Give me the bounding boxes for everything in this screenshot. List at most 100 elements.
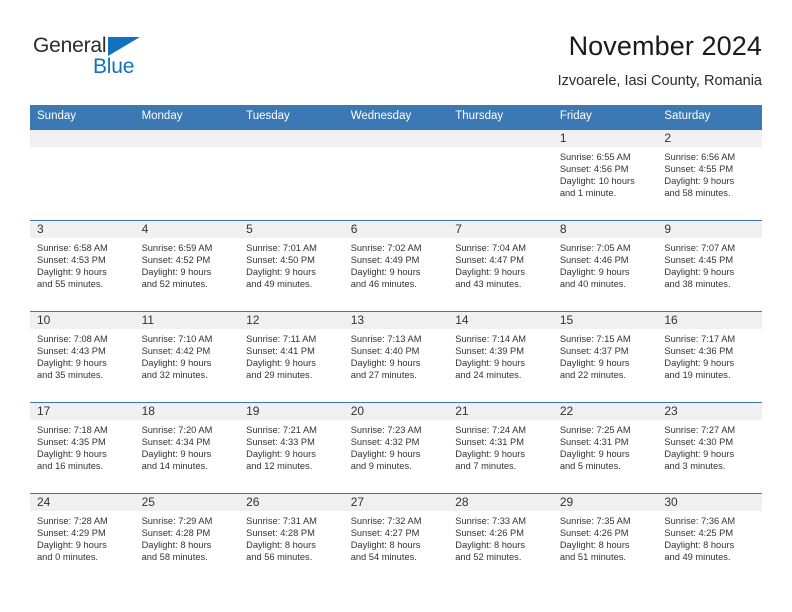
day-cell[interactable]: 26 Sunrise: 7:31 AM Sunset: 4:28 PM Dayl…	[239, 493, 344, 584]
day-cell-inner[interactable]: 15 Sunrise: 7:15 AM Sunset: 4:37 PM Dayl…	[552, 312, 658, 402]
day-cell[interactable]: 29 Sunrise: 7:35 AM Sunset: 4:26 PM Dayl…	[552, 493, 658, 584]
sunset-text: Sunset: 4:26 PM	[455, 528, 524, 539]
day-number: 10	[30, 312, 135, 329]
week-row: 10 Sunrise: 7:08 AM Sunset: 4:43 PM Dayl…	[30, 311, 762, 403]
day-cell-inner[interactable]: 1 Sunrise: 6:55 AM Sunset: 4:56 PM Dayli…	[552, 130, 658, 220]
day-number: 22	[552, 403, 658, 420]
daylight-text: Daylight: 9 hours	[559, 358, 630, 369]
day-cell-inner[interactable]: 5 Sunrise: 7:01 AM Sunset: 4:50 PM Dayli…	[239, 221, 344, 311]
day-cell-inner[interactable]: 28 Sunrise: 7:33 AM Sunset: 4:26 PM Dayl…	[448, 494, 553, 584]
day-cell-inner[interactable]: 8 Sunrise: 7:05 AM Sunset: 4:46 PM Dayli…	[552, 221, 658, 311]
day-cell-inner[interactable]: 7 Sunrise: 7:04 AM Sunset: 4:47 PM Dayli…	[448, 221, 553, 311]
day-details	[239, 147, 344, 151]
daylight-text: Daylight: 9 hours	[350, 449, 421, 460]
day-cell[interactable]: 22 Sunrise: 7:25 AM Sunset: 4:31 PM Dayl…	[552, 402, 658, 494]
sunset-text: Sunset: 4:40 PM	[350, 346, 420, 357]
day-cell[interactable]: 25 Sunrise: 7:29 AM Sunset: 4:28 PM Dayl…	[134, 493, 240, 584]
day-cell[interactable]: 13 Sunrise: 7:13 AM Sunset: 4:40 PM Dayl…	[343, 311, 449, 403]
general-blue-logo: General Blue	[33, 34, 163, 86]
day-cell[interactable]: 18 Sunrise: 7:20 AM Sunset: 4:34 PM Dayl…	[134, 402, 240, 494]
day-cell-inner[interactable]: 2 Sunrise: 6:56 AM Sunset: 4:55 PM Dayli…	[657, 130, 762, 220]
day-cell[interactable]: 23 Sunrise: 7:27 AM Sunset: 4:30 PM Dayl…	[657, 402, 762, 494]
day-cell-inner[interactable]: 27 Sunrise: 7:32 AM Sunset: 4:27 PM Dayl…	[343, 494, 449, 584]
day-number: 28	[448, 494, 553, 511]
day-cell[interactable]: 9 Sunrise: 7:07 AM Sunset: 4:45 PM Dayli…	[657, 220, 762, 312]
day-cell-inner[interactable]: 22 Sunrise: 7:25 AM Sunset: 4:31 PM Dayl…	[552, 403, 658, 493]
sunrise-text: Sunrise: 7:13 AM	[350, 334, 422, 344]
day-cell[interactable]: 19 Sunrise: 7:21 AM Sunset: 4:33 PM Dayl…	[239, 402, 344, 494]
weekday-header-row: Sunday Monday Tuesday Wednesday Thursday…	[30, 105, 762, 130]
day-cell	[30, 129, 135, 221]
day-cell-inner[interactable]: 10 Sunrise: 7:08 AM Sunset: 4:43 PM Dayl…	[30, 312, 135, 402]
day-cell[interactable]: 12 Sunrise: 7:11 AM Sunset: 4:41 PM Dayl…	[239, 311, 344, 403]
day-cell[interactable]: 1 Sunrise: 6:55 AM Sunset: 4:56 PM Dayli…	[552, 129, 658, 221]
day-cell-inner[interactable]: 3 Sunrise: 6:58 AM Sunset: 4:53 PM Dayli…	[30, 221, 135, 311]
day-cell-inner[interactable]: 9 Sunrise: 7:07 AM Sunset: 4:45 PM Dayli…	[657, 221, 762, 311]
sunrise-text: Sunrise: 7:01 AM	[246, 243, 317, 253]
day-cell-inner[interactable]: 13 Sunrise: 7:13 AM Sunset: 4:40 PM Dayl…	[343, 312, 449, 402]
day-cell[interactable]: 17 Sunrise: 7:18 AM Sunset: 4:35 PM Dayl…	[30, 402, 135, 494]
daylight-text-cont: and 38 minutes.	[664, 279, 731, 290]
day-cell[interactable]: 5 Sunrise: 7:01 AM Sunset: 4:50 PM Dayli…	[239, 220, 344, 312]
day-cell[interactable]: 3 Sunrise: 6:58 AM Sunset: 4:53 PM Dayli…	[30, 220, 135, 312]
day-cell[interactable]: 24 Sunrise: 7:28 AM Sunset: 4:29 PM Dayl…	[30, 493, 135, 584]
sunrise-text: Sunrise: 6:58 AM	[37, 243, 108, 253]
day-cell-inner[interactable]: 14 Sunrise: 7:14 AM Sunset: 4:39 PM Dayl…	[448, 312, 553, 402]
sunrise-text: Sunrise: 7:21 AM	[246, 425, 317, 435]
day-cell-inner[interactable]: 29 Sunrise: 7:35 AM Sunset: 4:26 PM Dayl…	[552, 494, 658, 584]
sunset-text: Sunset: 4:27 PM	[350, 528, 420, 539]
day-cell-inner[interactable]: 6 Sunrise: 7:02 AM Sunset: 4:49 PM Dayli…	[343, 221, 449, 311]
daylight-text: Daylight: 8 hours	[246, 540, 316, 551]
day-cell[interactable]: 15 Sunrise: 7:15 AM Sunset: 4:37 PM Dayl…	[552, 311, 658, 403]
day-cell-inner[interactable]: 20 Sunrise: 7:23 AM Sunset: 4:32 PM Dayl…	[343, 403, 449, 493]
day-number: 7	[448, 221, 553, 238]
week-row: 17 Sunrise: 7:18 AM Sunset: 4:35 PM Dayl…	[30, 402, 762, 494]
day-cell-inner[interactable]: 11 Sunrise: 7:10 AM Sunset: 4:42 PM Dayl…	[134, 312, 240, 402]
day-cell-inner[interactable]: 21 Sunrise: 7:24 AM Sunset: 4:31 PM Dayl…	[448, 403, 553, 493]
day-cell-inner[interactable]: 16 Sunrise: 7:17 AM Sunset: 4:36 PM Dayl…	[657, 312, 762, 402]
sunrise-text: Sunrise: 7:31 AM	[246, 516, 317, 526]
day-cell[interactable]: 30 Sunrise: 7:36 AM Sunset: 4:25 PM Dayl…	[657, 493, 762, 584]
day-cell-inner[interactable]: 19 Sunrise: 7:21 AM Sunset: 4:33 PM Dayl…	[239, 403, 344, 493]
daylight-text: Daylight: 9 hours	[246, 358, 316, 369]
day-cell[interactable]: 27 Sunrise: 7:32 AM Sunset: 4:27 PM Dayl…	[343, 493, 449, 584]
day-details: Sunrise: 7:28 AM Sunset: 4:29 PM Dayligh…	[30, 511, 135, 563]
daylight-text: Daylight: 9 hours	[141, 358, 212, 369]
sunset-text: Sunset: 4:47 PM	[455, 255, 524, 266]
day-cell-inner[interactable]: 18 Sunrise: 7:20 AM Sunset: 4:34 PM Dayl…	[134, 403, 240, 493]
day-cell[interactable]: 2 Sunrise: 6:56 AM Sunset: 4:55 PM Dayli…	[657, 129, 762, 221]
day-cell[interactable]: 16 Sunrise: 7:17 AM Sunset: 4:36 PM Dayl…	[657, 311, 762, 403]
day-number: 18	[134, 403, 240, 420]
day-cell[interactable]: 4 Sunrise: 6:59 AM Sunset: 4:52 PM Dayli…	[134, 220, 240, 312]
day-cell[interactable]: 21 Sunrise: 7:24 AM Sunset: 4:31 PM Dayl…	[448, 402, 553, 494]
day-cell[interactable]: 10 Sunrise: 7:08 AM Sunset: 4:43 PM Dayl…	[30, 311, 135, 403]
day-cell[interactable]: 20 Sunrise: 7:23 AM Sunset: 4:32 PM Dayl…	[343, 402, 449, 494]
calendar-body: 1 Sunrise: 6:55 AM Sunset: 4:56 PM Dayli…	[30, 129, 762, 584]
sunrise-text: Sunrise: 7:05 AM	[559, 243, 631, 253]
day-cell-inner[interactable]: 17 Sunrise: 7:18 AM Sunset: 4:35 PM Dayl…	[30, 403, 135, 493]
day-details: Sunrise: 7:08 AM Sunset: 4:43 PM Dayligh…	[30, 329, 135, 381]
day-cell[interactable]: 6 Sunrise: 7:02 AM Sunset: 4:49 PM Dayli…	[343, 220, 449, 312]
day-details	[135, 147, 240, 151]
day-cell[interactable]: 14 Sunrise: 7:14 AM Sunset: 4:39 PM Dayl…	[448, 311, 553, 403]
sunset-text: Sunset: 4:28 PM	[141, 528, 211, 539]
day-number: 29	[552, 494, 658, 511]
daylight-text-cont: and 56 minutes.	[246, 552, 313, 563]
sunrise-text: Sunrise: 7:14 AM	[455, 334, 527, 344]
day-cell[interactable]: 28 Sunrise: 7:33 AM Sunset: 4:26 PM Dayl…	[448, 493, 553, 584]
day-cell-inner[interactable]: 26 Sunrise: 7:31 AM Sunset: 4:28 PM Dayl…	[239, 494, 344, 584]
page-subtitle: Izvoarele, Iasi County, Romania	[557, 73, 762, 89]
day-cell-inner[interactable]: 24 Sunrise: 7:28 AM Sunset: 4:29 PM Dayl…	[30, 494, 135, 584]
day-cell[interactable]: 11 Sunrise: 7:10 AM Sunset: 4:42 PM Dayl…	[134, 311, 240, 403]
day-cell[interactable]: 8 Sunrise: 7:05 AM Sunset: 4:46 PM Dayli…	[552, 220, 658, 312]
day-cell-inner[interactable]: 12 Sunrise: 7:11 AM Sunset: 4:41 PM Dayl…	[239, 312, 344, 402]
daylight-text-cont: and 46 minutes.	[350, 279, 417, 290]
day-cell-inner[interactable]: 30 Sunrise: 7:36 AM Sunset: 4:25 PM Dayl…	[657, 494, 762, 584]
day-cell-inner[interactable]: 4 Sunrise: 6:59 AM Sunset: 4:52 PM Dayli…	[134, 221, 240, 311]
week-row: 24 Sunrise: 7:28 AM Sunset: 4:29 PM Dayl…	[30, 493, 762, 584]
day-cell[interactable]: 7 Sunrise: 7:04 AM Sunset: 4:47 PM Dayli…	[448, 220, 553, 312]
day-cell-inner[interactable]: 25 Sunrise: 7:29 AM Sunset: 4:28 PM Dayl…	[134, 494, 240, 584]
day-cell-inner[interactable]: 23 Sunrise: 7:27 AM Sunset: 4:30 PM Dayl…	[657, 403, 762, 493]
day-details: Sunrise: 7:05 AM Sunset: 4:46 PM Dayligh…	[553, 238, 658, 290]
day-details: Sunrise: 7:10 AM Sunset: 4:42 PM Dayligh…	[135, 329, 240, 381]
